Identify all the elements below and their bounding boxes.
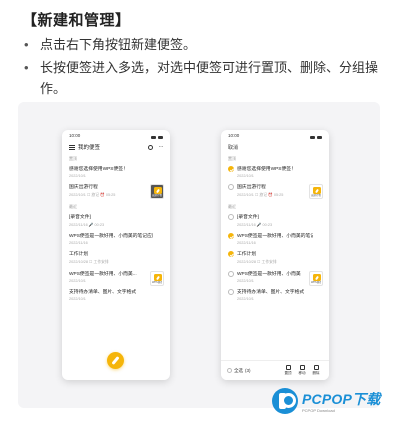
note-item[interactable]: 感谢您选择使用WPS便签！ 2022/10/1 [221, 163, 329, 181]
phone-notes-list: 10:00 我的便签 ··· 置顶 感谢您选择使用WPS便签！ 2022/10/… [62, 130, 170, 380]
note-item[interactable]: WPS便签是一款好用、小而美... 2022/10/1 WPS便签 [62, 268, 170, 286]
note-item[interactable]: 工作计划 2022/10/28 ☐ 工作安排 [62, 248, 170, 268]
checkbox[interactable] [228, 289, 234, 295]
note-thumbnail: WPS便签 [309, 271, 323, 286]
section-label-pinned: 置顶 [69, 156, 77, 161]
note-item[interactable]: WPS便签是一款好用、小而美... 2022/10/1 WPS便签 [221, 268, 329, 286]
note-meta: 2022/10/1 [69, 279, 86, 283]
trash-icon [313, 365, 319, 370]
signal-icons [310, 133, 322, 141]
note-title: 工作计划 [237, 252, 257, 257]
note-meta: 2022/10/1 [237, 297, 254, 301]
note-item[interactable]: 国庆出游行程 2022/10/1 ☐ 旅记 ⏰ 05:25 出游行程 [221, 181, 329, 201]
note-title: WPS便签是一款好用、小而美... [69, 272, 137, 277]
status-time: 10:00 [69, 133, 81, 138]
note-title: 感谢您选择使用WPS便签！ [69, 167, 128, 172]
note-meta: 2022/11/16 🎤 00:23 [237, 223, 273, 227]
note-meta: 2022/10/28 ☐ 工作安排 [69, 260, 109, 264]
checkbox[interactable] [228, 184, 234, 190]
note-title: [录音文件] [69, 215, 91, 220]
checkbox[interactable] [228, 271, 234, 277]
status-time: 10:00 [228, 133, 240, 138]
note-meta: 2022/10/1 [237, 174, 254, 178]
select-all-label: 全选 [234, 367, 243, 373]
logo-icon [272, 388, 298, 414]
pin-button[interactable]: 置顶 [281, 365, 295, 376]
logo-brand: PCPOP下载 [302, 391, 381, 407]
cancel-button[interactable]: 取消 [228, 144, 238, 151]
app-header: 我的便签 ··· [62, 141, 170, 153]
note-meta: 2022/10/28 ☐ 工作安排 [237, 260, 277, 264]
instruction-item: 点击右下角按钮新建便签。 [24, 34, 384, 55]
pin-icon [285, 365, 291, 370]
note-thumbnail: WPS便签 [150, 271, 164, 286]
new-note-button[interactable] [107, 352, 124, 369]
app-header: 取消 [221, 141, 329, 153]
note-item[interactable]: 支持待办清单、图片、文字格式 2022/10/1 [221, 286, 329, 304]
checkbox-checked[interactable] [228, 166, 234, 172]
menu-icon[interactable] [69, 144, 75, 150]
select-all-button[interactable]: 全选 (3) [227, 368, 281, 374]
checkbox-checked[interactable] [228, 251, 234, 257]
checkbox [227, 368, 232, 373]
phone-multi-select: 10:00 取消 置顶 感谢您选择使用WPS便签！ 2022/10/1 国庆出游… [221, 130, 329, 380]
more-icon[interactable]: ··· [159, 144, 164, 150]
section-label-pinned: 置顶 [228, 156, 236, 161]
note-meta: 2022/11/16 [69, 241, 88, 245]
note-title: 国庆出游行程 [69, 185, 98, 190]
note-title: WPS便签是一款好用、小而美... [237, 272, 301, 277]
move-button[interactable]: 移动 [295, 365, 309, 376]
note-meta: 2022/10/1 [69, 297, 86, 301]
note-item[interactable]: 工作计划 2022/10/28 ☐ 工作安排 [221, 248, 329, 268]
note-item[interactable]: 感谢您选择使用WPS便签！ 2022/10/1 [62, 163, 170, 181]
note-meta: 2022/10/1 ☐ 旅记 ⏰ 05:25 [69, 193, 116, 197]
note-meta: 2022/11/16 [237, 241, 256, 245]
note-item[interactable]: 支持待办清单、图片、文字格式 2022/10/1 [62, 286, 170, 304]
page-title: 我的便签 [78, 145, 101, 151]
section-label-recent: 最近 [228, 204, 236, 209]
status-bar: 10:00 [62, 130, 170, 141]
status-bar: 10:00 [221, 130, 329, 141]
note-item[interactable]: WPS便签是一款好用、小而美的笔记应用 2022/11/16 [62, 230, 170, 248]
note-title: 支持待办清单、图片、文字格式 [237, 290, 305, 295]
instruction-item: 长按便签进入多选，对选中便签可进行置顶、删除、分组操作。 [24, 57, 384, 99]
note-title: 国庆出游行程 [237, 185, 266, 190]
note-item[interactable]: [录音文件] 2022/11/16 🎤 00:23 [62, 211, 170, 230]
section-label-recent: 最近 [69, 204, 77, 209]
site-logo: PCPOP下载 PCPOP Download [272, 388, 380, 414]
instruction-list: 点击右下角按钮新建便签。 长按便签进入多选，对选中便签可进行置顶、删除、分组操作… [24, 34, 384, 101]
note-title: [录音文件] [237, 215, 259, 220]
note-item[interactable]: [录音文件] 2022/11/16 🎤 00:23 [221, 211, 329, 230]
checkbox[interactable] [228, 214, 234, 220]
signal-icons [151, 133, 163, 141]
selected-count: (3) [245, 368, 251, 373]
folder-icon [299, 365, 305, 370]
note-title: 支持待办清单、图片、文字格式 [69, 290, 137, 295]
note-title: WPS便签是一款好用、小而美的笔记应用 [69, 234, 153, 239]
note-thumbnail: 出游行程 [150, 184, 164, 199]
multi-select-toolbar: 全选 (3) 置顶 移动 删除 [221, 360, 329, 380]
section-heading: 【新建和管理】 [22, 12, 131, 29]
note-item[interactable]: WPS便签是一款好用、小而美的笔记... 2022/11/16 [221, 230, 329, 248]
delete-button[interactable]: 删除 [309, 365, 323, 376]
search-icon[interactable] [147, 144, 153, 150]
note-title: 工作计划 [69, 252, 89, 257]
note-meta: 2022/11/16 🎤 00:23 [69, 223, 105, 227]
note-meta: 2022/10/1 [69, 174, 86, 178]
checkbox-checked[interactable] [228, 233, 234, 239]
note-title: WPS便签是一款好用、小而美的笔记... [237, 234, 313, 239]
note-thumbnail: 出游行程 [309, 184, 323, 199]
note-title: 感谢您选择使用WPS便签！ [237, 167, 296, 172]
note-item[interactable]: 国庆出游行程 2022/10/1 ☐ 旅记 ⏰ 05:25 出游行程 [62, 181, 170, 201]
